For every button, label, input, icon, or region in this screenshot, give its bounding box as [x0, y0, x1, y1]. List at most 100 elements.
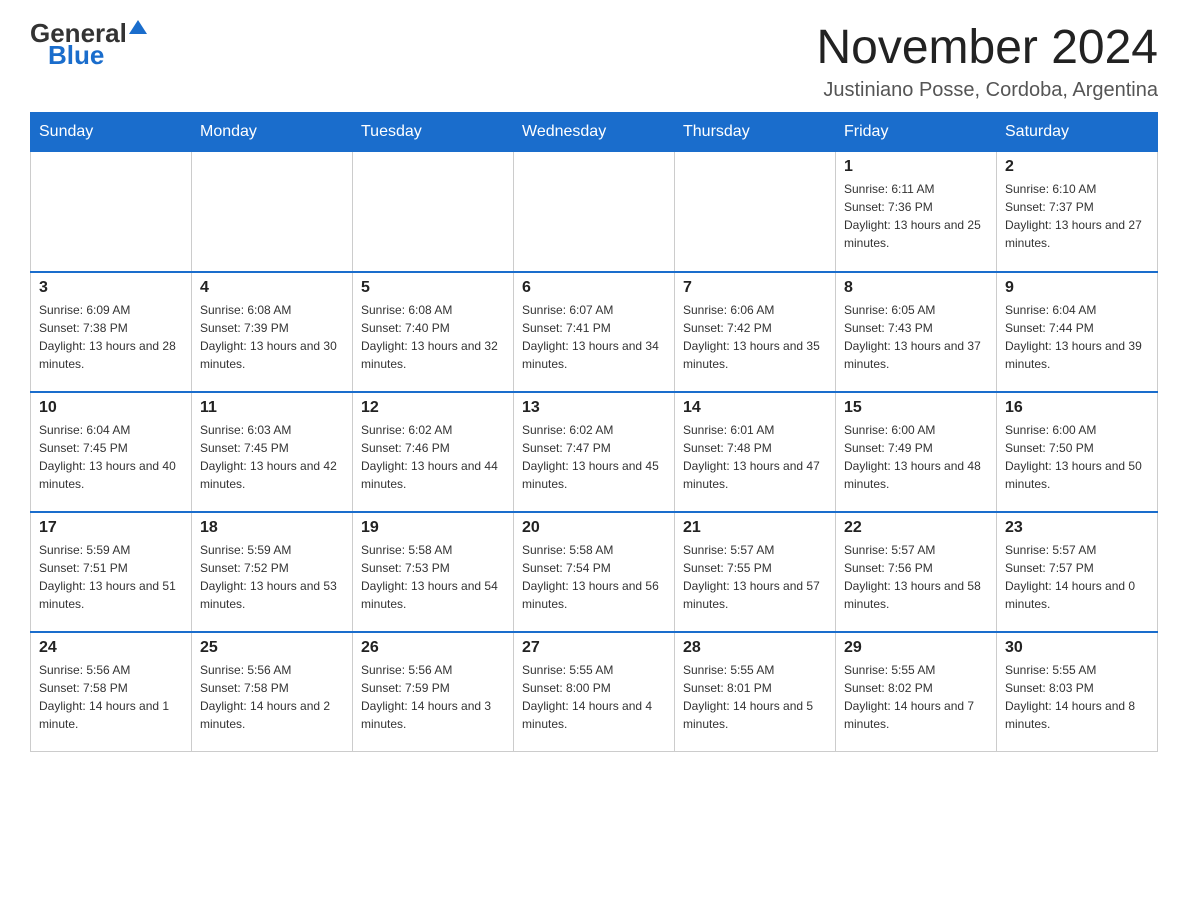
- day-info: Sunrise: 6:02 AM Sunset: 7:46 PM Dayligh…: [361, 421, 505, 493]
- calendar-cell: [31, 152, 192, 272]
- calendar-cell: 3 Sunrise: 6:09 AM Sunset: 7:38 PM Daylig…: [31, 272, 192, 392]
- day-info: Sunrise: 5:58 AM Sunset: 7:53 PM Dayligh…: [361, 541, 505, 613]
- day-number: 30: [1005, 639, 1149, 657]
- day-info: Sunrise: 6:10 AM Sunset: 7:37 PM Dayligh…: [1005, 180, 1149, 252]
- day-number: 19: [361, 519, 505, 537]
- calendar-cell: 15 Sunrise: 6:00 AM Sunset: 7:49 PM Dayli…: [836, 392, 997, 512]
- day-number: 23: [1005, 519, 1149, 537]
- day-number: 20: [522, 519, 666, 537]
- calendar-cell: 13 Sunrise: 6:02 AM Sunset: 7:47 PM Dayli…: [514, 392, 675, 512]
- day-number: 17: [39, 519, 183, 537]
- day-number: 9: [1005, 279, 1149, 297]
- location-subtitle: Justiniano Posse, Cordoba, Argentina: [816, 79, 1158, 102]
- calendar-cell: 20 Sunrise: 5:58 AM Sunset: 7:54 PM Dayli…: [514, 512, 675, 632]
- calendar-cell: 8 Sunrise: 6:05 AM Sunset: 7:43 PM Daylig…: [836, 272, 997, 392]
- day-number: 12: [361, 399, 505, 417]
- day-number: 24: [39, 639, 183, 657]
- day-info: Sunrise: 5:55 AM Sunset: 8:01 PM Dayligh…: [683, 661, 827, 733]
- day-info: Sunrise: 5:56 AM Sunset: 7:59 PM Dayligh…: [361, 661, 505, 733]
- calendar-cell: 29 Sunrise: 5:55 AM Sunset: 8:02 PM Dayli…: [836, 632, 997, 752]
- calendar-week-row: 24 Sunrise: 5:56 AM Sunset: 7:58 PM Dayli…: [31, 632, 1158, 752]
- day-info: Sunrise: 6:04 AM Sunset: 7:44 PM Dayligh…: [1005, 301, 1149, 373]
- weekday-header-tuesday: Tuesday: [353, 113, 514, 152]
- calendar-cell: 28 Sunrise: 5:55 AM Sunset: 8:01 PM Dayli…: [675, 632, 836, 752]
- calendar-cell: 24 Sunrise: 5:56 AM Sunset: 7:58 PM Dayli…: [31, 632, 192, 752]
- weekday-header-sunday: Sunday: [31, 113, 192, 152]
- day-info: Sunrise: 5:59 AM Sunset: 7:52 PM Dayligh…: [200, 541, 344, 613]
- calendar-cell: 17Sunrise: 5:59 AM Sunset: 7:51 PM Dayli…: [31, 512, 192, 632]
- day-number: 2: [1005, 158, 1149, 176]
- day-number: 11: [200, 399, 344, 417]
- day-info: Sunrise: 5:56 AM Sunset: 7:58 PM Dayligh…: [200, 661, 344, 733]
- title-area: November 2024 Justiniano Posse, Cordoba,…: [816, 20, 1158, 102]
- day-info: Sunrise: 6:04 AM Sunset: 7:45 PM Dayligh…: [39, 421, 183, 493]
- calendar-cell: 14Sunrise: 6:01 AM Sunset: 7:48 PM Dayli…: [675, 392, 836, 512]
- calendar-cell: 18 Sunrise: 5:59 AM Sunset: 7:52 PM Dayli…: [192, 512, 353, 632]
- calendar-cell: 4 Sunrise: 6:08 AM Sunset: 7:39 PM Daylig…: [192, 272, 353, 392]
- day-info: Sunrise: 6:02 AM Sunset: 7:47 PM Dayligh…: [522, 421, 666, 493]
- day-info: Sunrise: 6:06 AM Sunset: 7:42 PM Dayligh…: [683, 301, 827, 373]
- weekday-header-monday: Monday: [192, 113, 353, 152]
- day-number: 5: [361, 279, 505, 297]
- day-info: Sunrise: 5:57 AM Sunset: 7:55 PM Dayligh…: [683, 541, 827, 613]
- calendar-cell: [192, 152, 353, 272]
- calendar-cell: 25 Sunrise: 5:56 AM Sunset: 7:58 PM Dayli…: [192, 632, 353, 752]
- calendar-cell: 10 Sunrise: 6:04 AM Sunset: 7:45 PM Dayli…: [31, 392, 192, 512]
- day-info: Sunrise: 6:07 AM Sunset: 7:41 PM Dayligh…: [522, 301, 666, 373]
- calendar-week-row: 3 Sunrise: 6:09 AM Sunset: 7:38 PM Daylig…: [31, 272, 1158, 392]
- day-info: Sunrise: 6:11 AM Sunset: 7:36 PM Dayligh…: [844, 180, 988, 252]
- calendar-cell: 12 Sunrise: 6:02 AM Sunset: 7:46 PM Dayli…: [353, 392, 514, 512]
- logo-triangle-icon: [129, 20, 147, 34]
- weekday-header-row: SundayMondayTuesdayWednesdayThursdayFrid…: [31, 113, 1158, 152]
- day-number: 10: [39, 399, 183, 417]
- day-number: 25: [200, 639, 344, 657]
- day-info: Sunrise: 5:55 AM Sunset: 8:02 PM Dayligh…: [844, 661, 988, 733]
- day-number: 4: [200, 279, 344, 297]
- calendar-cell: [353, 152, 514, 272]
- day-number: 14: [683, 399, 827, 417]
- page-header: General Blue November 2024 Justiniano Po…: [30, 20, 1158, 102]
- calendar-week-row: 17Sunrise: 5:59 AM Sunset: 7:51 PM Dayli…: [31, 512, 1158, 632]
- day-number: 16: [1005, 399, 1149, 417]
- day-number: 22: [844, 519, 988, 537]
- day-info: Sunrise: 6:09 AM Sunset: 7:38 PM Dayligh…: [39, 301, 183, 373]
- calendar-cell: 6 Sunrise: 6:07 AM Sunset: 7:41 PM Daylig…: [514, 272, 675, 392]
- day-number: 21: [683, 519, 827, 537]
- day-info: Sunrise: 5:57 AM Sunset: 7:57 PM Dayligh…: [1005, 541, 1149, 613]
- day-number: 18: [200, 519, 344, 537]
- calendar-cell: 16 Sunrise: 6:00 AM Sunset: 7:50 PM Dayli…: [997, 392, 1158, 512]
- calendar-cell: 2 Sunrise: 6:10 AM Sunset: 7:37 PM Daylig…: [997, 152, 1158, 272]
- day-info: Sunrise: 5:56 AM Sunset: 7:58 PM Dayligh…: [39, 661, 183, 733]
- day-number: 28: [683, 639, 827, 657]
- calendar-table: SundayMondayTuesdayWednesdayThursdayFrid…: [30, 112, 1158, 752]
- calendar-cell: 19 Sunrise: 5:58 AM Sunset: 7:53 PM Dayli…: [353, 512, 514, 632]
- calendar-cell: 7 Sunrise: 6:06 AM Sunset: 7:42 PM Daylig…: [675, 272, 836, 392]
- day-number: 29: [844, 639, 988, 657]
- day-number: 8: [844, 279, 988, 297]
- calendar-week-row: 1 Sunrise: 6:11 AM Sunset: 7:36 PM Daylig…: [31, 152, 1158, 272]
- month-year-title: November 2024: [816, 20, 1158, 75]
- calendar-cell: 11 Sunrise: 6:03 AM Sunset: 7:45 PM Dayli…: [192, 392, 353, 512]
- day-info: Sunrise: 5:55 AM Sunset: 8:00 PM Dayligh…: [522, 661, 666, 733]
- day-number: 1: [844, 158, 988, 176]
- day-info: Sunrise: 5:58 AM Sunset: 7:54 PM Dayligh…: [522, 541, 666, 613]
- calendar-week-row: 10 Sunrise: 6:04 AM Sunset: 7:45 PM Dayli…: [31, 392, 1158, 512]
- calendar-cell: 23 Sunrise: 5:57 AM Sunset: 7:57 PM Dayli…: [997, 512, 1158, 632]
- day-info: Sunrise: 6:03 AM Sunset: 7:45 PM Dayligh…: [200, 421, 344, 493]
- day-number: 26: [361, 639, 505, 657]
- day-info: Sunrise: 6:08 AM Sunset: 7:40 PM Dayligh…: [361, 301, 505, 373]
- day-info: Sunrise: 6:08 AM Sunset: 7:39 PM Dayligh…: [200, 301, 344, 373]
- day-number: 15: [844, 399, 988, 417]
- day-info: Sunrise: 6:00 AM Sunset: 7:49 PM Dayligh…: [844, 421, 988, 493]
- calendar-cell: 22 Sunrise: 5:57 AM Sunset: 7:56 PM Dayli…: [836, 512, 997, 632]
- day-info: Sunrise: 6:00 AM Sunset: 7:50 PM Dayligh…: [1005, 421, 1149, 493]
- day-number: 7: [683, 279, 827, 297]
- day-info: Sunrise: 6:05 AM Sunset: 7:43 PM Dayligh…: [844, 301, 988, 373]
- day-number: 3: [39, 279, 183, 297]
- day-number: 6: [522, 279, 666, 297]
- calendar-cell: 1 Sunrise: 6:11 AM Sunset: 7:36 PM Daylig…: [836, 152, 997, 272]
- day-number: 13: [522, 399, 666, 417]
- day-info: Sunrise: 5:57 AM Sunset: 7:56 PM Dayligh…: [844, 541, 988, 613]
- logo-blue-text: Blue: [48, 42, 104, 68]
- calendar-cell: 5 Sunrise: 6:08 AM Sunset: 7:40 PM Daylig…: [353, 272, 514, 392]
